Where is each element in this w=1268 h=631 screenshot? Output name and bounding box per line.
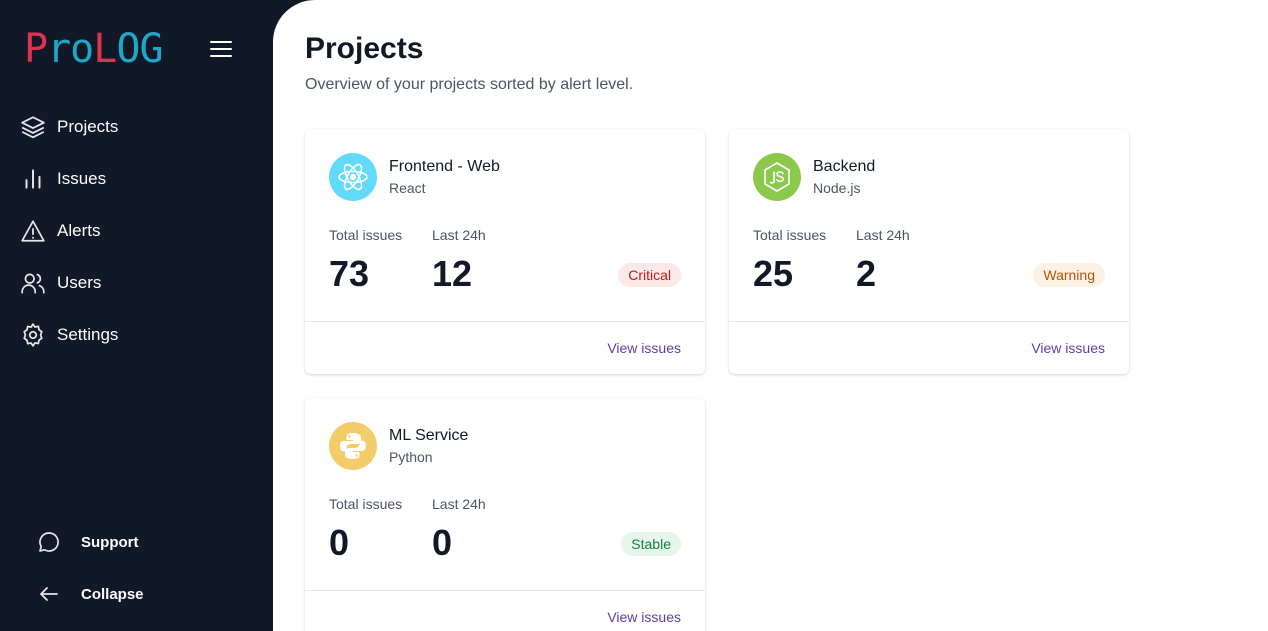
last-24h-label: Last 24h — [432, 496, 486, 512]
sidebar: Pro L OG Projects Issues Alerts Users Se… — [0, 0, 300, 631]
project-name: Backend — [813, 158, 876, 175]
status-badge: Warning — [1033, 263, 1105, 287]
sidebar-nav: Projects Issues Alerts Users Settings — [20, 110, 260, 370]
sidebar-item-issues[interactable]: Issues — [20, 162, 260, 196]
alert-triangle-icon — [20, 218, 46, 244]
react-icon — [329, 153, 377, 201]
total-issues-value: 0 — [329, 522, 350, 563]
card-header: Frontend - Web React — [329, 153, 500, 201]
logo-part: ro — [47, 26, 94, 72]
project-tech: React — [389, 180, 426, 196]
chat-bubble-icon — [36, 529, 62, 555]
last-24h-label: Last 24h — [432, 227, 486, 243]
layers-icon — [20, 114, 46, 140]
view-issues-link[interactable]: View issues — [607, 340, 681, 356]
project-name: Frontend - Web — [389, 158, 500, 175]
bar-chart-icon — [20, 166, 46, 192]
sidebar-item-label: Projects — [57, 117, 119, 136]
card-header: Backend Node.js — [753, 153, 875, 201]
page-subtitle: Overview of your projects sorted by aler… — [305, 76, 634, 93]
project-card-backend: Backend Node.js Total issues Last 24h 25… — [729, 129, 1129, 374]
status-badge: Critical — [618, 263, 681, 287]
support-button[interactable]: Support — [36, 524, 256, 560]
python-icon — [329, 422, 377, 470]
users-icon — [20, 270, 46, 296]
card-divider — [305, 321, 705, 322]
project-tech: Python — [389, 449, 433, 465]
card-divider — [305, 590, 705, 591]
card-header: ML Service Python — [329, 422, 468, 470]
total-issues-label: Total issues — [753, 227, 827, 243]
project-card-ml-service: ML Service Python Total issues Last 24h … — [305, 398, 705, 631]
total-issues-value: 25 — [753, 253, 794, 294]
project-tech: Node.js — [813, 180, 861, 196]
nodejs-icon — [753, 153, 801, 201]
total-issues-label: Total issues — [329, 227, 403, 243]
sidebar-item-projects[interactable]: Projects — [20, 110, 260, 144]
last-24h-value: 12 — [432, 253, 473, 294]
hamburger-menu-icon[interactable] — [208, 38, 234, 60]
logo-part: L — [93, 26, 117, 72]
gear-icon — [20, 322, 46, 348]
last-24h-value: 2 — [856, 253, 877, 294]
sidebar-item-label: Issues — [57, 169, 107, 188]
project-card-frontend: Frontend - Web React Total issues Last 2… — [305, 129, 705, 374]
total-issues-value: 73 — [329, 253, 370, 294]
collapse-label: Collapse — [81, 585, 144, 603]
sidebar-item-label: Settings — [57, 325, 119, 344]
main-content: Projects Overview of your projects sorte… — [273, 0, 1268, 631]
sidebar-item-users[interactable]: Users — [20, 266, 260, 300]
last-24h-value: 0 — [432, 522, 453, 563]
card-divider — [729, 321, 1129, 322]
logo-part: P — [24, 26, 48, 72]
prolog-logo[interactable]: Pro L OG — [24, 26, 164, 72]
page-title: Projects — [305, 32, 424, 65]
project-name: ML Service — [389, 427, 469, 444]
sidebar-item-label: Users — [57, 273, 102, 292]
sidebar-item-settings[interactable]: Settings — [20, 318, 260, 352]
last-24h-label: Last 24h — [856, 227, 910, 243]
total-issues-label: Total issues — [329, 496, 403, 512]
logo-part: OG — [116, 26, 163, 72]
view-issues-link[interactable]: View issues — [607, 609, 681, 625]
support-label: Support — [81, 533, 139, 551]
sidebar-bottom-nav: Support Collapse — [36, 524, 256, 628]
collapse-button[interactable]: Collapse — [36, 576, 256, 612]
arrow-left-icon — [36, 581, 62, 607]
sidebar-item-label: Alerts — [57, 221, 101, 240]
status-badge: Stable — [621, 532, 681, 556]
view-issues-link[interactable]: View issues — [1031, 340, 1105, 356]
sidebar-item-alerts[interactable]: Alerts — [20, 214, 260, 248]
